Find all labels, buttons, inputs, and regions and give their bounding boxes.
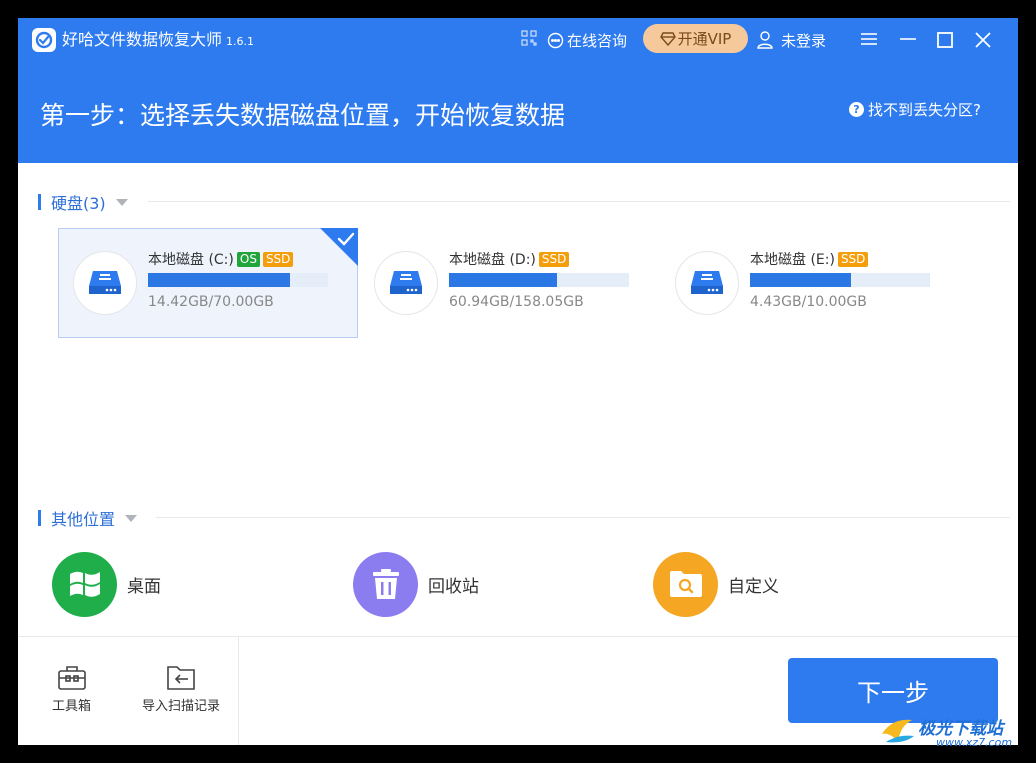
other-section-chevron-down-icon[interactable] (125, 514, 138, 522)
disks-section-label: 硬盘(3) (51, 194, 106, 213)
title-bar: 好哈文件数据恢复大师 1.6.1 在线咨询 开通VIP 未登录 第一步：选择丢失… (18, 18, 1018, 163)
disk-size: 4.43GB/10.00GB (750, 294, 867, 310)
hard-drive-icon (390, 271, 422, 294)
import-scan-record-label: 导入扫描记录 (142, 699, 221, 714)
disk-name: 本地磁盘 (D:) (449, 252, 536, 268)
trash-icon (353, 551, 418, 617)
disk-usage-bar (449, 273, 629, 287)
disk-name: 本地磁盘 (C:) (148, 252, 234, 268)
disk-icon-ring (374, 251, 438, 315)
disk-name-row: 本地磁盘 (D:) SSD (449, 249, 570, 269)
maximize-icon[interactable] (933, 28, 957, 52)
menu-icon[interactable] (857, 28, 881, 52)
disk-size: 60.94GB/158.05GB (449, 294, 584, 310)
hard-drive-icon (691, 271, 723, 294)
disk-size: 14.42GB/70.00GB (148, 294, 274, 310)
ssd-badge: SSD (837, 251, 869, 267)
toolbox-icon (57, 666, 86, 690)
app-title: 好哈文件数据恢复大师 1.6.1 (62, 29, 254, 53)
diamond-icon (659, 31, 676, 46)
app-logo-icon (32, 28, 56, 52)
app-version: 1.6.1 (226, 35, 255, 48)
disk-card-c[interactable]: 本地磁盘 (C:) OS SSD 14.42GB/70.00GB (58, 228, 358, 338)
qr-code-icon[interactable] (521, 30, 537, 50)
location-desktop[interactable]: 桌面 (52, 551, 161, 617)
user-icon (757, 31, 773, 49)
import-folder-icon (167, 666, 195, 690)
disk-usage-fill (148, 273, 291, 287)
missing-partition-help-label: 找不到丢失分区? (868, 100, 981, 119)
watermark-logo-icon (882, 719, 914, 743)
disk-usage-fill (750, 273, 851, 287)
section-divider (156, 517, 1010, 518)
login-button[interactable]: 未登录 (757, 29, 826, 51)
disk-icon-ring (73, 251, 137, 315)
step-title: 第一步：选择丢失数据磁盘位置，开始恢复数据 (40, 101, 566, 130)
disk-name-row: 本地磁盘 (C:) OS SSD (148, 249, 294, 269)
os-badge: OS (236, 251, 260, 267)
folder-search-icon (653, 551, 718, 617)
online-consult-button[interactable]: 在线咨询 (547, 29, 627, 51)
import-scan-record-button[interactable]: 导入扫描记录 (142, 663, 220, 714)
footer-vertical-divider (238, 636, 239, 745)
location-label: 桌面 (127, 576, 161, 597)
minimize-icon[interactable] (896, 28, 920, 52)
disk-name-row: 本地磁盘 (E:) SSD (750, 249, 869, 269)
open-vip-button[interactable]: 开通VIP (643, 24, 748, 53)
location-label: 回收站 (428, 576, 479, 597)
windows-icon (52, 551, 117, 617)
disks-section-chevron-down-icon[interactable] (115, 198, 128, 206)
section-accent-bar (38, 510, 41, 526)
watermark-url: www.xz7.com (936, 736, 1013, 749)
disk-icon-ring (675, 251, 739, 315)
disks-section-header: 硬盘(3) (38, 190, 128, 214)
app-name: 好哈文件数据恢复大师 (62, 30, 223, 49)
ssd-badge: SSD (262, 251, 294, 267)
other-section-header: 其他位置 (38, 506, 138, 530)
section-divider (148, 201, 1010, 202)
other-section-label: 其他位置 (51, 510, 116, 529)
app-window: 好哈文件数据恢复大师 1.6.1 在线咨询 开通VIP 未登录 第一步：选择丢失… (18, 18, 1018, 745)
footer-divider (18, 636, 1018, 637)
online-consult-label: 在线咨询 (567, 31, 628, 50)
chat-icon (547, 32, 564, 48)
selected-check-icon (320, 228, 358, 266)
ssd-badge: SSD (538, 251, 570, 267)
open-vip-label: 开通VIP (677, 30, 732, 48)
disk-card-e[interactable]: 本地磁盘 (E:) SSD 4.43GB/10.00GB (660, 228, 960, 338)
disk-name: 本地磁盘 (E:) (750, 252, 835, 268)
disk-card-d[interactable]: 本地磁盘 (D:) SSD 60.94GB/158.05GB (359, 228, 659, 338)
hard-drive-icon (89, 271, 121, 294)
location-custom[interactable]: 自定义 (653, 551, 779, 617)
question-icon: ? (849, 101, 864, 117)
disk-usage-bar (750, 273, 930, 287)
toolbox-label: 工具箱 (52, 699, 92, 714)
disk-usage-fill (449, 273, 557, 287)
section-accent-bar (38, 194, 41, 210)
toolbox-button[interactable]: 工具箱 (52, 663, 91, 714)
location-label: 自定义 (728, 576, 779, 597)
location-recycle-bin[interactable]: 回收站 (353, 551, 479, 617)
missing-partition-help-link[interactable]: ? 找不到丢失分区? (849, 99, 981, 119)
login-label: 未登录 (781, 31, 827, 50)
disk-usage-bar (148, 273, 328, 287)
close-icon[interactable] (971, 28, 995, 52)
